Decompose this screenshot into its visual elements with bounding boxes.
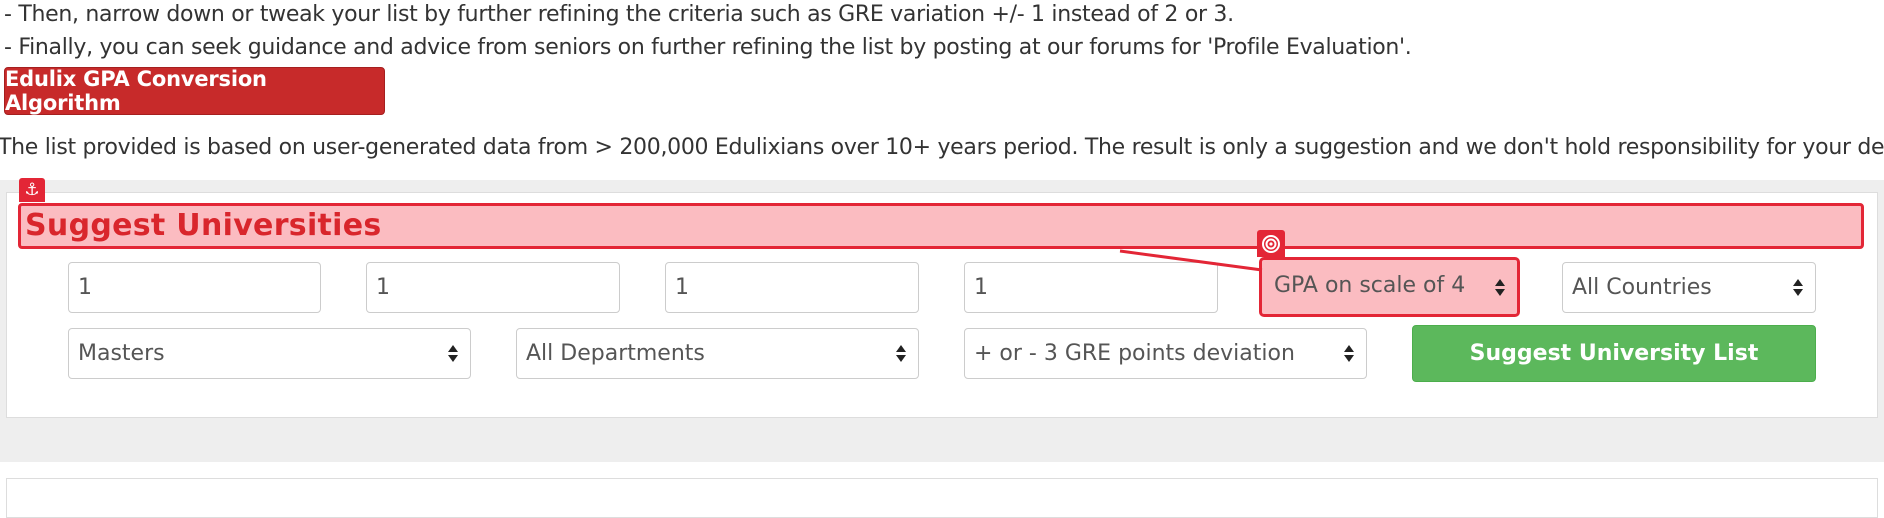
select-arrows-icon	[896, 343, 906, 365]
gpa-conversion-button[interactable]: Edulix GPA Conversion Algorithm	[4, 67, 385, 115]
score-input-4[interactable]: 1	[964, 262, 1218, 313]
gre-deviation-select-value: + or - 3 GRE points deviation	[974, 341, 1295, 366]
score-input-1-value: 1	[78, 275, 92, 300]
country-select[interactable]: All Countries	[1562, 262, 1816, 313]
panel-title: Suggest Universities	[25, 208, 382, 243]
country-select-value: All Countries	[1572, 275, 1712, 300]
score-input-2-value: 1	[376, 275, 390, 300]
score-input-2[interactable]: 1	[366, 262, 620, 313]
gre-deviation-select[interactable]: + or - 3 GRE points deviation	[964, 328, 1367, 379]
score-input-4-value: 1	[974, 275, 988, 300]
anchor-icon: ⚓	[19, 178, 45, 202]
select-arrows-icon	[448, 343, 458, 365]
degree-select-value: Masters	[78, 341, 165, 366]
degree-select[interactable]: Masters	[68, 328, 471, 379]
select-arrows-icon	[1793, 277, 1803, 299]
intro-line-forums: - Finally, you can seek guidance and adv…	[4, 35, 1412, 60]
select-arrows-icon	[1344, 343, 1354, 365]
score-input-3-value: 1	[675, 275, 689, 300]
target-icon	[1257, 230, 1285, 257]
gpa-scale-value: GPA on scale of 4	[1274, 273, 1466, 298]
score-input-1[interactable]: 1	[68, 262, 321, 313]
score-input-3[interactable]: 1	[665, 262, 919, 313]
disclaimer-text: The list provided is based on user-gener…	[0, 135, 1884, 160]
gpa-scale-select[interactable]: GPA on scale of 4	[1259, 257, 1520, 317]
department-select[interactable]: All Departments	[516, 328, 919, 379]
results-panel	[6, 478, 1878, 518]
panel-title-highlight: Suggest Universities	[18, 203, 1864, 249]
intro-line-refine: - Then, narrow down or tweak your list b…	[4, 2, 1234, 27]
department-select-value: All Departments	[526, 341, 705, 366]
suggest-university-list-button[interactable]: Suggest University List	[1412, 325, 1816, 382]
select-arrows-icon	[1495, 276, 1505, 298]
